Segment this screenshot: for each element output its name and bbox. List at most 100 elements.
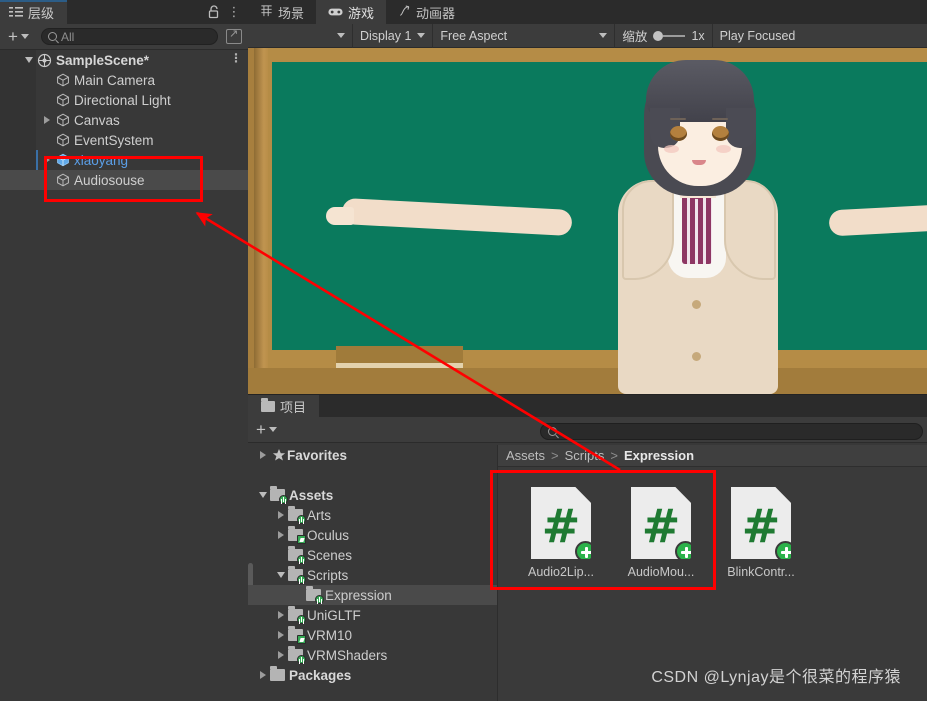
project-tree-scenes[interactable]: Scenes: [248, 545, 497, 565]
project-tree-label: Assets: [289, 488, 333, 503]
display-dropdown[interactable]: Display 1: [353, 24, 433, 48]
chevron-down-icon: [599, 33, 607, 38]
chevron-right-icon[interactable]: [256, 671, 270, 679]
project-tree-label: Scenes: [307, 548, 352, 563]
game-toolbar: Display 1 Free Aspect 缩放 1x Play Focused: [248, 24, 927, 48]
character-eye-right: [712, 126, 729, 141]
chalkboard-left-bevel: [254, 48, 268, 368]
game-view-render[interactable]: [248, 48, 927, 394]
game-left-dropdown[interactable]: [248, 24, 353, 48]
folder-icon: [306, 589, 321, 601]
project-tree-packages[interactable]: Packages: [248, 665, 497, 685]
add-icon: [775, 541, 796, 562]
chevron-down-icon[interactable]: [256, 492, 270, 498]
character-jacket-button-bottom: [692, 352, 701, 361]
project-tree-expression[interactable]: Expression: [248, 585, 497, 605]
aspect-dropdown[interactable]: Free Aspect: [433, 24, 615, 48]
folder-icon: [288, 609, 303, 621]
folder-icon: [270, 669, 285, 681]
chevron-right-icon[interactable]: [274, 511, 288, 519]
chevron-right-icon[interactable]: [256, 451, 270, 459]
chevron-right-icon[interactable]: [274, 531, 288, 539]
project-tree-vrm10[interactable]: VRM10: [248, 625, 497, 645]
asset-item[interactable]: #Audio2Lip...: [523, 487, 599, 579]
tab-label: 游戏: [348, 3, 374, 22]
folder-icon: [261, 401, 275, 412]
chevron-right-icon[interactable]: [40, 116, 54, 124]
project-panel: 项目 + Favorites Assets ArtsOculus Scenes Scri…: [248, 394, 927, 701]
hierarchy-search-placeholder: All: [61, 30, 74, 44]
hierarchy-selection-marker: [36, 150, 38, 170]
tab-label: 场景: [278, 3, 304, 22]
add-badge-icon: [297, 515, 306, 524]
project-tree-oculus[interactable]: Oculus: [248, 525, 497, 545]
project-tree-label: Expression: [325, 588, 392, 603]
chevron-down-icon[interactable]: [22, 57, 36, 63]
create-asset-button[interactable]: +: [254, 421, 279, 438]
add-badge-icon: [297, 575, 306, 584]
character-ribbon: [682, 192, 712, 264]
hierarchy-row-main-camera[interactable]: Main Camera: [0, 70, 248, 90]
lock-icon[interactable]: [208, 5, 220, 19]
project-tree-label: UniGLTF: [307, 608, 361, 623]
hierarchy-row-eventsystem[interactable]: EventSystem: [0, 130, 248, 150]
slider-handle-icon[interactable]: [653, 31, 663, 41]
zoom-control[interactable]: 缩放 1x: [615, 24, 712, 48]
play-focused-button[interactable]: Play Focused: [713, 24, 803, 48]
hierarchy-row-label: Canvas: [71, 113, 120, 128]
display-label: Display 1: [360, 29, 411, 43]
gameobject-icon: [54, 73, 71, 87]
tab-animator-view[interactable]: 动画器: [386, 0, 467, 24]
tab-hierarchy[interactable]: 层级: [0, 0, 67, 24]
gameobject-icon: [54, 133, 71, 147]
chevron-right-icon[interactable]: [274, 631, 288, 639]
chevron-right-icon[interactable]: [274, 651, 288, 659]
hierarchy-row-canvas[interactable]: Canvas: [0, 110, 248, 130]
expand-search-icon[interactable]: [226, 29, 242, 44]
breadcrumb-item-expression[interactable]: Expression: [624, 448, 694, 463]
project-tree-label: Packages: [289, 668, 351, 683]
asset-item-list: #Audio2Lip... #AudioMou... #BlinkContr...: [498, 467, 927, 579]
hierarchy-search-input[interactable]: All: [41, 28, 218, 45]
chalk-tray: [336, 346, 463, 368]
game-view-icon: [328, 5, 343, 20]
project-tree-favorites[interactable]: Favorites: [248, 445, 497, 465]
project-tree-vrmshaders[interactable]: VRMShaders: [248, 645, 497, 665]
folder-icon: [288, 649, 303, 661]
folder-icon: [288, 509, 303, 521]
project-tree-arts[interactable]: Arts: [248, 505, 497, 525]
tab-scene-view[interactable]: 场景: [248, 0, 316, 24]
character-eye-left: [670, 126, 687, 141]
hierarchy-row-audiosouse[interactable]: Audiosouse: [0, 170, 248, 190]
hierarchy-tree: SampleScene*⋮Main Camera Directional Ligh…: [0, 50, 248, 190]
hierarchy-row-label: Directional Light: [71, 93, 171, 108]
breadcrumb-item-assets[interactable]: Assets: [506, 448, 545, 463]
hierarchy-row-directional-light[interactable]: Directional Light: [0, 90, 248, 110]
tab-game-view[interactable]: 游戏: [316, 0, 386, 24]
breadcrumb-item-scripts[interactable]: Scripts: [565, 448, 605, 463]
tab-project[interactable]: 项目: [248, 395, 319, 417]
animator-view-icon: [398, 5, 411, 20]
hierarchy-row-samplescene[interactable]: SampleScene*⋮: [0, 50, 248, 70]
create-asset-label: +: [256, 421, 266, 438]
game-tabstrip: 场景 游戏动画器: [248, 0, 927, 24]
scene-view-icon: [260, 5, 273, 20]
kebab-menu-icon[interactable]: ⋮: [227, 3, 241, 21]
slider-track: [663, 35, 685, 37]
modified-badge-icon: [297, 635, 306, 644]
game-panel: 场景 游戏动画器 Display 1 Free Aspect 缩放 1x: [248, 0, 927, 394]
chevron-down-icon[interactable]: [274, 572, 288, 578]
chevron-right-icon[interactable]: [40, 156, 54, 164]
project-tree-scripts[interactable]: Scripts: [248, 565, 497, 585]
project-tree-assets[interactable]: Assets: [248, 485, 497, 505]
chevron-right-icon[interactable]: [274, 611, 288, 619]
asset-item[interactable]: #AudioMou...: [623, 487, 699, 579]
hierarchy-tabstrip: 层级 ⋮: [0, 0, 248, 24]
chevron-down-icon: [417, 33, 425, 38]
zoom-slider[interactable]: [653, 31, 685, 41]
project-search-input[interactable]: [540, 423, 923, 440]
kebab-menu-icon[interactable]: ⋮: [230, 51, 242, 65]
add-gameobject-button[interactable]: +: [6, 28, 31, 45]
project-tree-unigltf[interactable]: UniGLTF: [248, 605, 497, 625]
asset-item[interactable]: #BlinkContr...: [723, 487, 799, 579]
